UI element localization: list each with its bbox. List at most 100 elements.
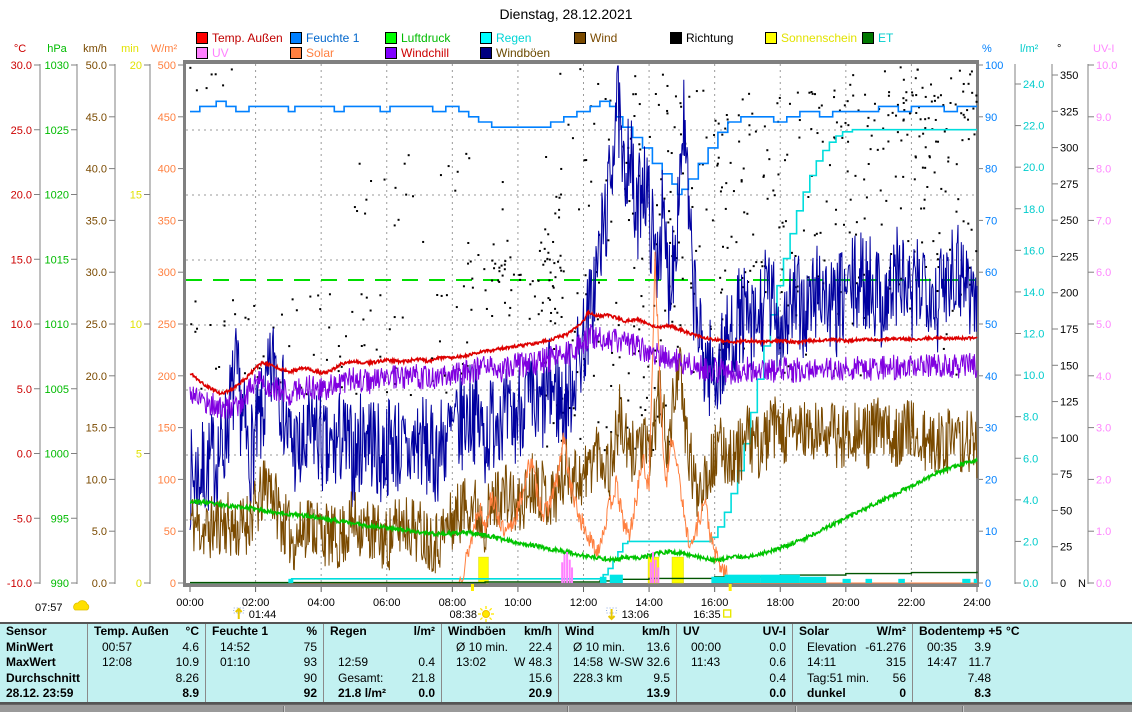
axis-tick-label: 500 bbox=[158, 60, 176, 72]
table-cell-value: 13.9 bbox=[577, 686, 670, 702]
table-cell-time bbox=[448, 671, 456, 687]
axis-tick-label: 8.0 bbox=[1023, 412, 1038, 424]
x-tick-label: 08:00 bbox=[439, 597, 467, 609]
axis-tick-label: 1015 bbox=[45, 254, 69, 266]
axis-tick-label: 1020 bbox=[45, 190, 69, 202]
table-cell-value: 92 bbox=[224, 686, 317, 702]
table-cell-time: Gesamt: bbox=[330, 671, 383, 687]
axis-tick-label: 30.0 bbox=[86, 267, 107, 279]
axis-tick-label: 250 bbox=[1060, 215, 1078, 227]
x-tick-label: 00:00 bbox=[176, 597, 204, 609]
table-group-unit: W/m² bbox=[833, 624, 906, 640]
weather-chart: -10.0-5.00.05.010.015.020.025.030.0°C990… bbox=[0, 0, 1132, 622]
table-cell-value: 0.6 bbox=[724, 655, 786, 671]
axis-tick-label: 25.0 bbox=[86, 319, 107, 331]
table-cell-time: 11:43 bbox=[683, 655, 720, 671]
table-col-uv: UVUV-I00:000.011:430.60.40.0 bbox=[677, 624, 793, 702]
axis-tick-label: 100 bbox=[1060, 433, 1078, 445]
axis-tick-label: 40 bbox=[985, 371, 997, 383]
table-cell-value: 0.0 bbox=[390, 686, 435, 702]
table-cell-time bbox=[565, 686, 573, 702]
svg-text:01:44: 01:44 bbox=[249, 609, 277, 621]
axis-unit-label: hPa bbox=[47, 43, 67, 55]
x-tick-label: 04:00 bbox=[307, 597, 335, 609]
axis-%: 0102030405060708090100% bbox=[977, 43, 1003, 590]
axis-tick-label: 175 bbox=[1060, 324, 1078, 336]
axis-tick-label: 20.0 bbox=[86, 371, 107, 383]
table-cell-time: 14:52 bbox=[212, 640, 250, 656]
axis-tick-label: 20 bbox=[985, 474, 997, 486]
table-cell-value: 75 bbox=[254, 640, 317, 656]
table-group-unit: km/h bbox=[510, 624, 552, 640]
table-cell-time bbox=[330, 640, 338, 656]
axis-tick-label: 6.0 bbox=[1096, 267, 1111, 279]
axis-tick-label: 1025 bbox=[45, 125, 69, 137]
axis-tick-label: 250 bbox=[158, 319, 176, 331]
table-row-label: 28.12. 23:59 bbox=[6, 686, 73, 702]
stats-table: SensorMinWertMaxWertDurchschnitt28.12. 2… bbox=[0, 622, 1132, 704]
axis-tick-label: 2.0 bbox=[1023, 536, 1038, 548]
astro-event-moonrise: 01:44 bbox=[234, 608, 277, 621]
axis-tick-label: 40.0 bbox=[86, 164, 107, 176]
x-tick-label: 02:00 bbox=[242, 597, 270, 609]
table-col-windb-en: Windböenkm/hØ 10 min.22.413:02W 48.315.6… bbox=[442, 624, 559, 702]
table-cell-time: dunkel bbox=[799, 686, 846, 702]
table-col-solar: SolarW/m²Elevation-61.27614:11315Tag:51 … bbox=[793, 624, 913, 702]
axis-n-label: N bbox=[1078, 578, 1086, 590]
axis-tick-label: 325 bbox=[1060, 106, 1078, 118]
table-cell-value: 0.0 bbox=[725, 640, 786, 656]
table-cell-time: 12:59 bbox=[330, 655, 368, 671]
axis-tick-label: 20 bbox=[130, 60, 142, 72]
axis-tick-label: 450 bbox=[158, 112, 176, 124]
axis-tick-label: 30.0 bbox=[11, 60, 32, 72]
axis-tick-label: 275 bbox=[1060, 179, 1078, 191]
axis-unit-label: % bbox=[982, 43, 992, 55]
axis-tick-label: 1005 bbox=[45, 384, 69, 396]
bottom-bar-divider bbox=[567, 706, 569, 712]
axis-tick-label: 15.0 bbox=[86, 423, 107, 435]
axis-tick-label: 225 bbox=[1060, 251, 1078, 263]
axis-tick-label: 6.0 bbox=[1023, 453, 1038, 465]
table-cell-value: 3.9 bbox=[961, 640, 1126, 656]
axis-tick-label: 300 bbox=[1060, 143, 1078, 155]
axis-tick-label: 10 bbox=[130, 319, 142, 331]
table-cell-value: 315 bbox=[840, 655, 906, 671]
axis-tick-label: 995 bbox=[51, 513, 69, 525]
axis-tick-label: 75 bbox=[1060, 469, 1072, 481]
table-cell-time: 01:10 bbox=[212, 655, 250, 671]
axis-tick-label: 10.0 bbox=[1096, 60, 1117, 72]
axis-tick-label: 3.0 bbox=[1096, 423, 1111, 435]
axis-tick-label: 10.0 bbox=[86, 474, 107, 486]
axis-tick-label: 2.0 bbox=[1096, 474, 1111, 486]
axis-tick-label: 4.0 bbox=[1023, 495, 1038, 507]
table-cell-time bbox=[212, 671, 220, 687]
table-cell-time: 228.3 km bbox=[565, 671, 622, 687]
axis-tick-label: 100 bbox=[985, 60, 1003, 72]
axis-tick-label: 90 bbox=[985, 112, 997, 124]
axis-tick-label: 9.0 bbox=[1096, 112, 1111, 124]
axis-tick-label: 80 bbox=[985, 164, 997, 176]
axis-tick-label: 100 bbox=[158, 474, 176, 486]
axis-tick-label: 60 bbox=[985, 267, 997, 279]
table-cell-time: Tag:51 min. bbox=[799, 671, 869, 687]
table-cell-time: Ø 10 min. bbox=[565, 640, 625, 656]
table-col-wind: Windkm/hØ 10 min.13.614:58W-SW 32.6228.3… bbox=[559, 624, 677, 702]
weather-app-window: Dienstag, 28.12.2021 Temp. AußenFeuchte … bbox=[0, 0, 1132, 712]
axis-tick-label: 30 bbox=[985, 423, 997, 435]
table-cell-value: 0.4 bbox=[695, 671, 786, 687]
svg-text:08:38: 08:38 bbox=[449, 609, 477, 621]
table-group-title: Windböen bbox=[448, 624, 506, 640]
table-cell-time: 12:08 bbox=[94, 655, 132, 671]
table-cell-time: Elevation bbox=[799, 640, 856, 656]
x-tick-label: 18:00 bbox=[766, 597, 794, 609]
x-tick-label: 12:00 bbox=[570, 597, 598, 609]
axis-tick-label: 20.0 bbox=[1023, 162, 1044, 174]
table-cell-value bbox=[342, 640, 435, 656]
x-axis: 00:0002:0004:0006:0008:0010:0012:0014:00… bbox=[176, 587, 991, 609]
axis-tick-label: 15.0 bbox=[11, 254, 32, 266]
axis-tick-label: 0 bbox=[985, 578, 991, 590]
table-cell-value: 56 bbox=[873, 671, 906, 687]
series-feuchte1 bbox=[190, 101, 977, 194]
table-group-unit: % bbox=[272, 624, 317, 640]
table-col-sensor: SensorMinWertMaxWertDurchschnitt28.12. 2… bbox=[0, 624, 88, 702]
